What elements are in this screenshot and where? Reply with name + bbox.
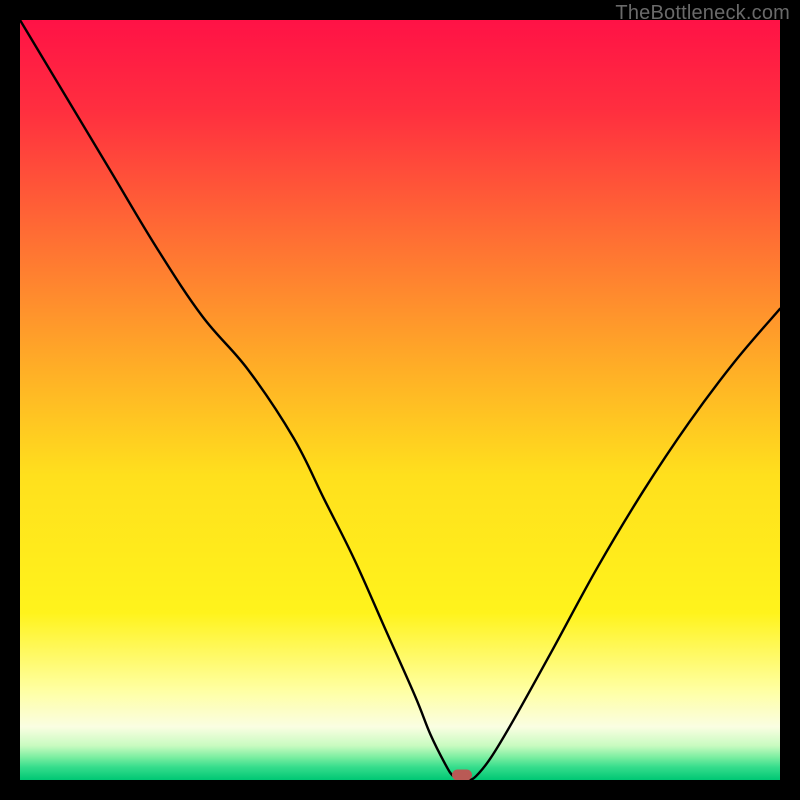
- bottleneck-curve: [20, 20, 780, 780]
- chart-frame: TheBottleneck.com: [0, 0, 800, 800]
- min-marker: [452, 769, 472, 780]
- plot-area: [20, 20, 780, 780]
- curve-layer: [20, 20, 780, 780]
